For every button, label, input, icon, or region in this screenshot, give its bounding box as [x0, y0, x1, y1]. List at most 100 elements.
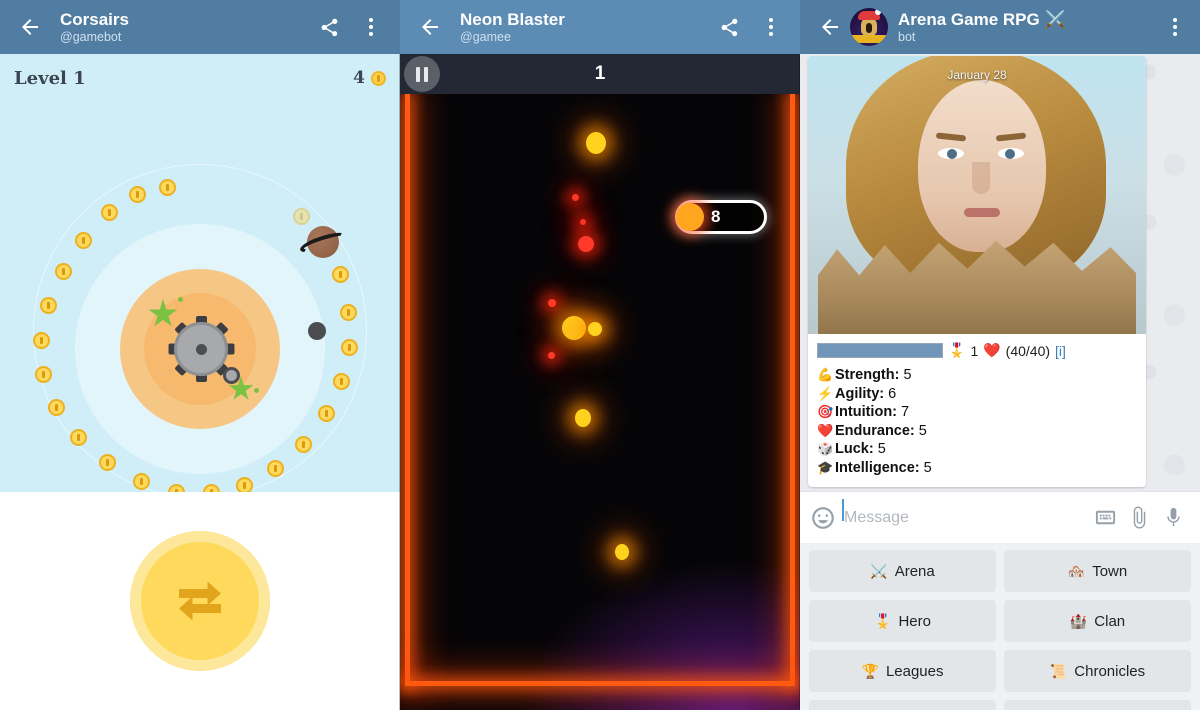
hero-summary-row: 🎖️ 1 ❤️ (40/40) [i]	[817, 342, 1137, 359]
health-bar	[817, 343, 943, 358]
arena-icon: ⚔️	[870, 562, 888, 579]
portrait-nose	[972, 162, 990, 194]
menu-button-clan[interactable]: 🏰 Clan	[1004, 600, 1191, 642]
left-wall	[405, 94, 410, 686]
menu-button-town[interactable]: 🏘️ Town	[1004, 550, 1191, 592]
corsairs-header-actions	[310, 7, 390, 47]
santa-hat-icon	[858, 9, 881, 20]
orbit-coin	[267, 460, 284, 477]
corsairs-game-stage[interactable]: Level 1 4	[0, 54, 400, 546]
menu-button-arena[interactable]: ⚔️ Arena	[809, 550, 996, 592]
neon-blaster-game-stage[interactable]: 8 6	[400, 94, 800, 710]
keyboard-icon	[1095, 510, 1115, 525]
gear-hub	[195, 343, 207, 355]
menu-button-label: Hero	[898, 612, 931, 630]
menu-button-chronicles[interactable]: 📜 Chronicles	[1004, 650, 1191, 692]
stat-value: 6	[888, 385, 897, 402]
asteroid-rock	[308, 322, 326, 340]
message-composer: Message	[800, 491, 1200, 543]
orbit-coin	[33, 332, 50, 349]
orbit-coin	[40, 297, 57, 314]
info-link[interactable]: [i]	[1055, 343, 1066, 359]
share-button[interactable]	[710, 7, 748, 47]
strength-icon: 💪	[817, 367, 834, 382]
menu-button-leagues[interactable]: 🏆 Leagues	[809, 650, 996, 692]
arena-rpg-title-block[interactable]: Arena Game RPG ⚔️ bot	[888, 10, 1156, 45]
menu-button-label: Chronicles	[1074, 662, 1146, 680]
stat-name: Intuition:	[835, 404, 898, 420]
back-button[interactable]	[410, 7, 450, 47]
share-button[interactable]	[310, 7, 348, 47]
panel-corsairs: Corsairs @gamebot Level 1 4	[0, 0, 400, 710]
back-button[interactable]	[810, 7, 850, 47]
smiley-icon[interactable]	[810, 505, 836, 531]
orbit-coin	[101, 204, 118, 221]
orbit-coin-collected	[293, 208, 310, 225]
paperclip-icon	[1133, 506, 1145, 529]
corsairs-hud: Level 1 4	[0, 54, 400, 102]
menu-button-hero[interactable]: 🎖️ Hero	[809, 600, 996, 642]
stat-value: 5	[903, 367, 912, 383]
stat-name: Intelligence:	[835, 459, 920, 476]
projectile	[615, 544, 629, 560]
chat-message-area[interactable]: January 28 🎖️ 1 ❤️ (40/40) [i] 💪 Strength…	[800, 54, 1200, 491]
microphone-icon	[1166, 507, 1180, 527]
hero-stats-block: 🎖️ 1 ❤️ (40/40) [i] 💪 Strength: 5 ⚡ Agilit…	[808, 334, 1146, 487]
corsairs-header: Corsairs @gamebot	[0, 0, 400, 54]
level-label: Level 1	[14, 67, 86, 89]
message-input[interactable]: Message	[836, 498, 1088, 527]
brown-planet	[298, 226, 348, 258]
arena-rpg-header: Arena Game RPG ⚔️ bot	[800, 0, 1200, 54]
orbit-coin	[332, 266, 349, 283]
corsairs-title-block[interactable]: Corsairs @gamebot	[50, 10, 310, 45]
neon-blaster-title-block[interactable]: Neon Blaster @gamee	[450, 10, 710, 45]
more-vertical-icon	[769, 18, 773, 36]
keyboard-button[interactable]	[1088, 501, 1122, 535]
hero-portrait-image: January 28	[808, 56, 1146, 334]
menu-button-label: Town	[1092, 562, 1128, 580]
orbit-coin	[318, 405, 335, 422]
player-gear	[168, 316, 240, 384]
avatar[interactable]	[850, 8, 888, 46]
corsairs-control-area	[0, 492, 400, 710]
projectile	[548, 352, 555, 359]
pause-button[interactable]	[404, 56, 440, 92]
right-wall	[790, 94, 795, 686]
orbit-coin	[99, 454, 116, 471]
score-label: 1	[594, 63, 606, 84]
menu-button-partial[interactable]	[1004, 700, 1191, 710]
more-vertical-icon	[1173, 18, 1177, 36]
portrait-iris	[1005, 149, 1015, 159]
projectile	[586, 132, 606, 154]
floor-glow	[520, 560, 800, 710]
projectile	[575, 409, 591, 427]
voice-button[interactable]	[1156, 501, 1190, 535]
corsairs-overflow-menu-button[interactable]	[352, 7, 390, 47]
luck-icon: 🎲	[817, 441, 834, 456]
level-medal-icon: 🎖️	[948, 342, 966, 358]
gear-body	[174, 322, 228, 376]
stat-value: 5	[877, 441, 886, 457]
neon-blaster-overflow-menu-button[interactable]	[752, 7, 790, 47]
panel-neon-blaster: Neon Blaster @gamee 1 8	[400, 0, 800, 710]
swap-button[interactable]	[130, 531, 270, 671]
coin-count-value: 4	[353, 68, 365, 88]
menu-button-partial[interactable]	[809, 700, 996, 710]
arena-rpg-overflow-menu-button[interactable]	[1156, 7, 1194, 47]
gear-knob	[223, 367, 240, 384]
stat-value: 5	[918, 422, 927, 439]
hero-message-card[interactable]: January 28 🎖️ 1 ❤️ (40/40) [i] 💪 Strength…	[808, 56, 1146, 487]
text-caret	[842, 498, 844, 521]
bottom-wall	[405, 681, 795, 686]
neon-blaster-topbar: 1	[400, 54, 800, 94]
back-button[interactable]	[10, 7, 50, 47]
stat-name: Agility:	[835, 385, 885, 402]
leagues-icon: 🏆	[861, 662, 879, 679]
message-placeholder: Message	[844, 508, 909, 526]
portrait-iris	[947, 149, 957, 159]
orbit-coin	[333, 373, 350, 390]
agility-icon: ⚡	[817, 385, 834, 401]
attach-button[interactable]	[1122, 501, 1156, 535]
projectile	[578, 236, 594, 252]
arena-rpg-header-actions	[1156, 7, 1194, 47]
